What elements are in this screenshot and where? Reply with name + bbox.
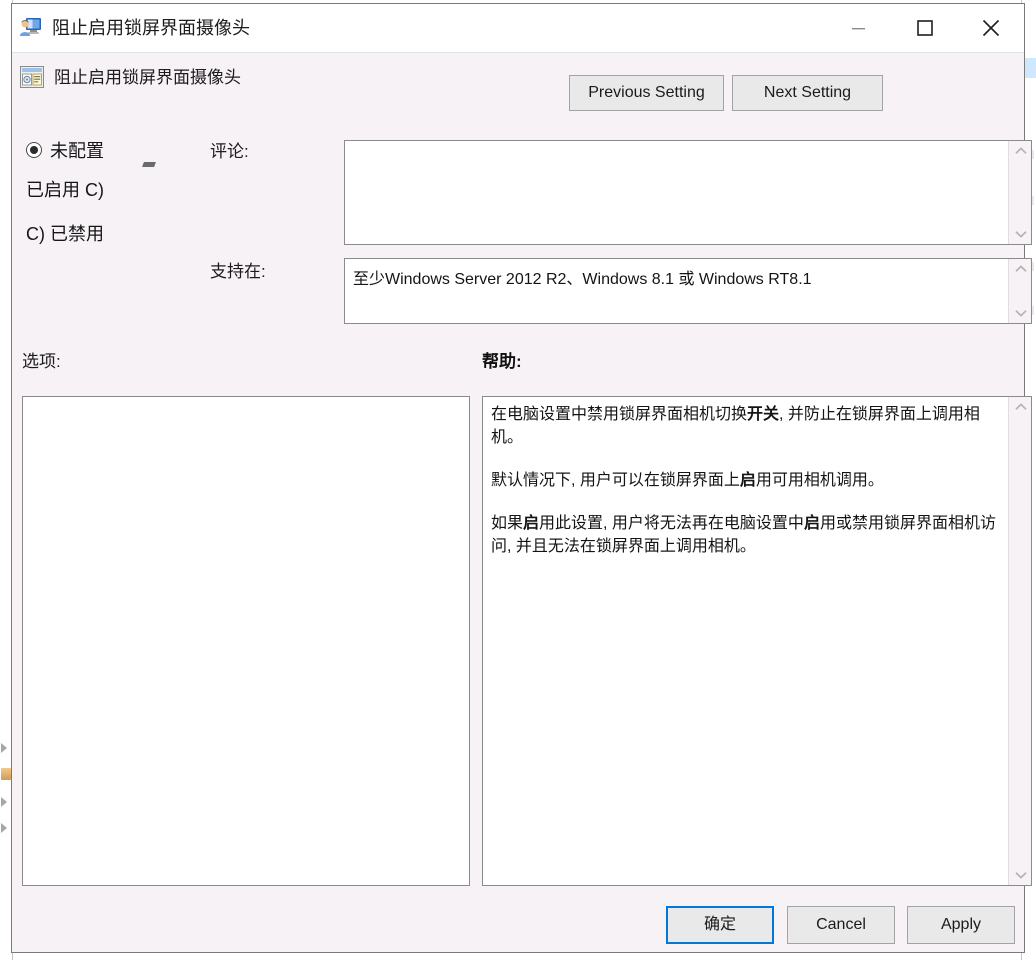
help-label: 帮助:: [482, 352, 522, 371]
minimize-button[interactable]: [826, 4, 892, 52]
previous-setting-button[interactable]: Previous Setting: [569, 75, 724, 111]
chevron-right-icon: [1, 823, 7, 833]
close-icon: [982, 19, 1000, 37]
help-paragraph: 如果启用此设置, 用户将无法再在电脑设置中启用或禁用锁屏界面相机访问, 并且无法…: [491, 512, 1003, 558]
help-emphasis: 启: [803, 515, 820, 532]
user-monitor-icon: [19, 17, 42, 37]
help-paragraph: 在电脑设置中禁用锁屏界面相机切换开关, 并防止在锁屏界面上调用相机。: [491, 403, 1003, 449]
next-setting-button[interactable]: Next Setting: [732, 75, 883, 111]
help-emphasis: 开关: [747, 406, 780, 423]
minimize-icon: [852, 28, 865, 30]
scroll-down-button[interactable]: [1009, 224, 1032, 244]
help-run: 用此设置, 用户将无法再在电脑设置中: [539, 515, 804, 532]
scroll-down-button[interactable]: [1009, 303, 1032, 323]
radio-label: 未配置: [50, 141, 104, 161]
ok-button[interactable]: 确定: [666, 906, 774, 944]
help-text: 在电脑设置中禁用锁屏界面相机切换开关, 并防止在锁屏界面上调用相机。默认情况下,…: [491, 403, 1003, 558]
supported-on-box: 至少Windows Server 2012 R2、Windows 8.1 或 W…: [344, 258, 1032, 324]
help-run: 如果: [491, 515, 524, 532]
render-artifact: [142, 162, 156, 167]
chevron-up-icon: [1014, 403, 1027, 410]
comment-box: [344, 140, 1032, 245]
chevron-up-icon: [1014, 265, 1027, 272]
comment-input[interactable]: [345, 141, 1007, 244]
scroll-up-button[interactable]: [1009, 141, 1032, 161]
maximize-button[interactable]: [892, 4, 958, 52]
close-button[interactable]: [958, 4, 1024, 52]
apply-button[interactable]: Apply: [907, 906, 1015, 944]
window-title: 阻止启用锁屏界面摄像头: [52, 18, 250, 38]
policy-header: 阻止启用锁屏界面摄像头 Previous Setting Next Settin…: [12, 53, 1024, 122]
supported-on-label: 支持在:: [210, 262, 266, 281]
radio-label: 已启用 C): [26, 180, 104, 200]
chevron-down-icon: [1014, 231, 1027, 238]
policy-setting-icon: [20, 66, 44, 88]
options-pane[interactable]: [22, 396, 470, 886]
radio-label: C) 已禁用: [26, 224, 104, 244]
supported-on-value: 至少Windows Server 2012 R2、Windows 8.1 或 W…: [353, 271, 812, 288]
folder-icon: [1, 768, 11, 780]
help-emphasis: 启: [523, 515, 540, 532]
comment-label: 评论:: [210, 142, 249, 161]
scroll-up-button[interactable]: [1009, 259, 1032, 279]
comment-scrollbar[interactable]: [1008, 141, 1031, 244]
help-scrollbar[interactable]: [1008, 397, 1031, 885]
help-emphasis: 启: [739, 472, 756, 489]
help-run: 默认情况下, 用户可以在锁屏界面上: [491, 472, 740, 489]
cancel-button[interactable]: Cancel: [787, 906, 895, 944]
chevron-down-icon: [1014, 310, 1027, 317]
help-pane: 在电脑设置中禁用锁屏界面相机切换开关, 并防止在锁屏界面上调用相机。默认情况下,…: [482, 396, 1032, 886]
scroll-down-button[interactable]: [1009, 865, 1032, 885]
chevron-up-icon: [1014, 147, 1027, 154]
help-paragraph: 默认情况下, 用户可以在锁屏界面上启用可用相机调用。: [491, 469, 1003, 492]
scroll-up-button[interactable]: [1009, 397, 1032, 417]
help-run: 用可用相机调用。: [755, 472, 884, 489]
maximize-icon: [917, 20, 933, 36]
policy-title: 阻止启用锁屏界面摄像头: [54, 68, 241, 87]
supported-on-scrollbar[interactable]: [1008, 259, 1031, 323]
chevron-down-icon: [1014, 872, 1027, 879]
options-label: 选项:: [22, 352, 61, 371]
chevron-right-icon: [1, 743, 7, 753]
title-bar: 阻止启用锁屏界面摄像头: [12, 4, 1024, 53]
policy-setting-dialog: 阻止启用锁屏界面摄像头 阻止启用锁屏界面摄像头 Previous Setting…: [11, 3, 1032, 953]
policy-state-group: 未配置 已启用 C) C) 已禁用: [12, 122, 202, 342]
help-run: 在电脑设置中禁用锁屏界面相机切换: [491, 406, 748, 423]
radio-indicator: [26, 142, 42, 158]
chevron-right-icon: [1, 797, 7, 807]
